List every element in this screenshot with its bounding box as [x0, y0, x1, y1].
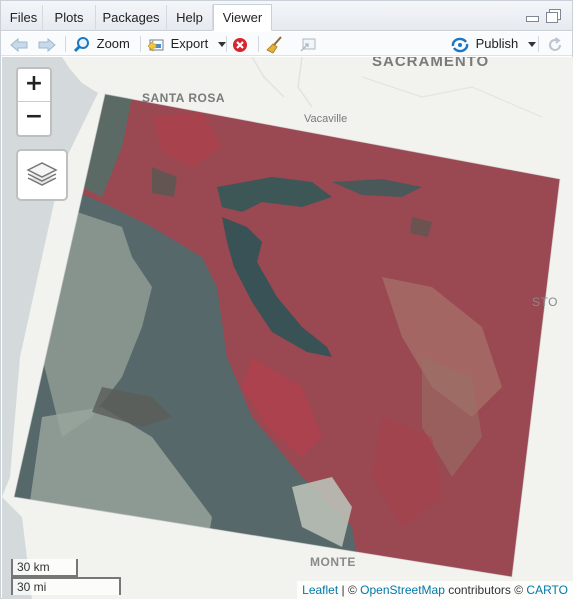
- maximize-pane-icon[interactable]: [546, 9, 561, 23]
- label-stockton: STO: [532, 295, 558, 309]
- attribution-contributors: contributors ©: [444, 583, 527, 597]
- zoom-label: Zoom: [96, 36, 130, 51]
- label-sacramento: SACRAMENTO: [372, 57, 490, 70]
- pane-tab-bar: Files Plots Packages Help Viewer: [1, 1, 572, 31]
- arrow-right-icon: [38, 37, 56, 52]
- show-in-window-button[interactable]: [299, 32, 317, 56]
- publish-label: Publish: [475, 36, 519, 51]
- basemap-and-raster: [2, 57, 573, 599]
- layers-control-button[interactable]: [16, 149, 68, 201]
- minimize-pane-icon[interactable]: [525, 11, 539, 23]
- toolbar-divider: [226, 36, 227, 52]
- leaflet-map[interactable]: SACRAMENTO SANTA ROSA Vacaville STO MONT…: [2, 57, 573, 599]
- broom-icon: [266, 35, 282, 54]
- scale-bar-mi: 30 mi: [11, 577, 121, 595]
- zoom-in-button[interactable]: +: [18, 69, 50, 102]
- chevron-down-icon: [527, 42, 536, 48]
- publish-icon: [451, 37, 469, 52]
- close-circle-icon: [233, 37, 247, 52]
- tab-files[interactable]: Files: [5, 5, 43, 31]
- export-label: Export: [170, 36, 209, 51]
- export-image-icon: [147, 39, 164, 52]
- clear-all-button[interactable]: [266, 32, 284, 56]
- zoom-out-button[interactable]: −: [18, 102, 50, 134]
- zoom-control: + −: [16, 67, 52, 137]
- forward-button[interactable]: [37, 32, 57, 56]
- refresh-button[interactable]: [547, 32, 563, 56]
- label-monterey: MONTE: [310, 555, 356, 569]
- clear-viewer-button[interactable]: [232, 32, 248, 56]
- export-menu[interactable]: Export: [147, 32, 226, 56]
- toolbar-divider: [140, 36, 141, 52]
- toolbar-divider: [258, 36, 259, 52]
- leaflet-link[interactable]: Leaflet: [302, 583, 338, 597]
- scale-bar-km: 30 km: [11, 559, 78, 577]
- tab-packages[interactable]: Packages: [96, 5, 167, 31]
- label-santa-rosa: SANTA ROSA: [142, 91, 225, 105]
- map-attribution: Leaflet | © OpenStreetMap contributors ©…: [297, 581, 573, 599]
- openstreetmap-link[interactable]: OpenStreetMap: [360, 583, 445, 597]
- carto-link[interactable]: CARTO: [526, 583, 568, 597]
- label-vacaville: Vacaville: [304, 113, 348, 125]
- viewer-toolbar: Zoom Export Publish: [1, 32, 572, 56]
- back-button[interactable]: [9, 32, 29, 56]
- tab-help[interactable]: Help: [167, 5, 213, 31]
- viewer-pane: Files Plots Packages Help Viewer Zoom Ex…: [0, 0, 573, 599]
- tab-plots[interactable]: Plots: [43, 5, 96, 31]
- publish-menu[interactable]: Publish: [450, 32, 536, 56]
- layers-icon: [26, 162, 58, 186]
- tab-viewer[interactable]: Viewer: [213, 4, 272, 31]
- toolbar-divider: [538, 36, 539, 52]
- popout-window-icon: [300, 38, 316, 52]
- refresh-icon: [549, 36, 561, 51]
- chevron-down-icon: [217, 42, 226, 48]
- zoom-button[interactable]: Zoom: [73, 32, 130, 56]
- attribution-separator: | ©: [338, 583, 361, 597]
- arrow-left-icon: [10, 37, 28, 52]
- toolbar-divider: [65, 36, 66, 52]
- magnifier-icon: [73, 36, 89, 52]
